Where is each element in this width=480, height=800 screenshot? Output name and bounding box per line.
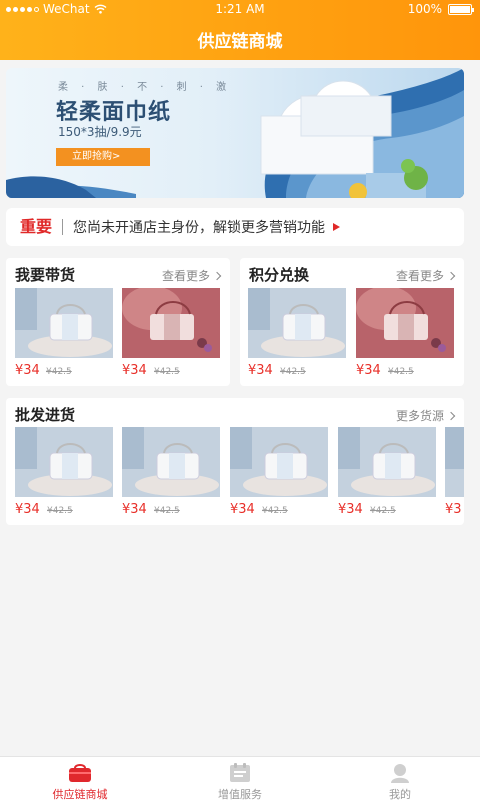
battery-icon [448, 3, 474, 15]
play-arrow-icon [333, 223, 341, 231]
buy-now-button[interactable]: 立即抢购> [56, 148, 150, 166]
battery-percent: 100% [407, 2, 442, 16]
product-price: ¥34 [15, 363, 40, 378]
product-price: ¥34 [230, 502, 255, 517]
product-old-price: ¥42.5 [280, 367, 306, 377]
more-label: 查看更多 [395, 269, 444, 283]
tab-value-added-services[interactable]: 增值服务 [160, 757, 320, 800]
product-price: ¥34 [122, 502, 147, 517]
tab-label: 供应链商城 [52, 788, 108, 800]
product-image-bag-light[interactable] [338, 427, 436, 497]
wholesale-section-header: 批发进货 更多货源 [6, 398, 464, 426]
product-old-price: ¥42.5 [47, 506, 73, 516]
points-section: 积分兑换 查看更多 ¥34 ¥42.5 ¥34 ¥42.5 [240, 258, 464, 386]
product-price: ¥34 [122, 363, 147, 378]
more-label: 查看更多 [161, 269, 210, 283]
service-list-icon [230, 763, 250, 782]
banner-title: 轻柔面巾纸 [56, 100, 172, 125]
chevron-right-icon [446, 271, 456, 280]
notice-tag: 重要 [20, 219, 64, 235]
product-image-bag-light[interactable] [230, 427, 328, 497]
promo-banner[interactable]: 柔 · 肤 · 不 · 刺 · 激 轻柔面巾纸 150*3抽/9.9元 立即抢购… [6, 68, 464, 198]
product-image-bag-light[interactable] [445, 427, 464, 497]
product-image-bag-light[interactable] [15, 427, 113, 497]
bottom-tab-bar: 供应链商城 增值服务 我的 [0, 756, 480, 800]
product-old-price: ¥42.5 [370, 506, 396, 516]
sell-section: 我要带货 查看更多 ¥34 ¥42.5 ¥34 ¥42.5 [6, 258, 230, 386]
product-price: ¥34 [356, 363, 381, 378]
product-image-bag-light[interactable] [248, 288, 346, 358]
tab-label: 我的 [389, 788, 411, 800]
tab-label: 增值服务 [218, 788, 262, 800]
tab-supply-mall[interactable]: 供应链商城 [0, 757, 160, 800]
chevron-right-icon [212, 271, 222, 280]
wholesale-more-link[interactable]: 更多货源 [395, 407, 456, 424]
sell-section-header: 我要带货 查看更多 [6, 258, 230, 286]
wholesale-section-title: 批发进货 [15, 406, 76, 424]
points-section-header: 积分兑换 查看更多 [240, 258, 464, 286]
page-title: 供应链商城 [197, 32, 283, 52]
product-old-price: ¥42.5 [154, 506, 180, 516]
product-image-bag-light[interactable] [122, 427, 220, 497]
top-bar: WeChat 1:21 AM 100% 供应链商城 [0, 0, 480, 60]
user-icon [391, 764, 409, 783]
product-old-price: ¥42.5 [388, 367, 414, 377]
product-image-bag-pink[interactable] [122, 288, 220, 358]
product-price: ¥34 [338, 502, 363, 517]
product-price: ¥3 [445, 502, 462, 517]
banner-subtitle: 150*3抽/9.9元 [58, 125, 142, 139]
wholesale-section: 批发进货 更多货源 ¥34 ¥42.5 ¥34 ¥42.5 ¥34 ¥42.5 … [6, 398, 464, 525]
sell-more-link[interactable]: 查看更多 [161, 267, 222, 284]
product-price: ¥34 [248, 363, 273, 378]
notice-bar[interactable]: 重要 您尚未开通店主身份，解锁更多营销功能 [6, 208, 464, 246]
product-old-price: ¥42.5 [46, 367, 72, 377]
status-bar: WeChat 1:21 AM 100% [0, 0, 480, 18]
product-image-bag-light[interactable] [15, 288, 113, 358]
chevron-right-icon [446, 411, 456, 420]
more-label: 更多货源 [395, 409, 444, 423]
banner-tagline: 柔 · 肤 · 不 · 刺 · 激 [58, 82, 232, 93]
points-section-title: 积分兑换 [249, 266, 310, 284]
sell-section-title: 我要带货 [15, 266, 76, 284]
battery-status: 100% [407, 2, 474, 16]
points-more-link[interactable]: 查看更多 [395, 267, 456, 284]
product-price: ¥34 [15, 502, 40, 517]
product-image-bag-pink[interactable] [356, 288, 454, 358]
tab-mine[interactable]: 我的 [320, 757, 480, 800]
product-old-price: ¥42.5 [154, 367, 180, 377]
product-old-price: ¥42.5 [262, 506, 288, 516]
shop-bag-icon [69, 764, 91, 782]
notice-text: 您尚未开通店主身份，解锁更多营销功能 [73, 220, 326, 236]
